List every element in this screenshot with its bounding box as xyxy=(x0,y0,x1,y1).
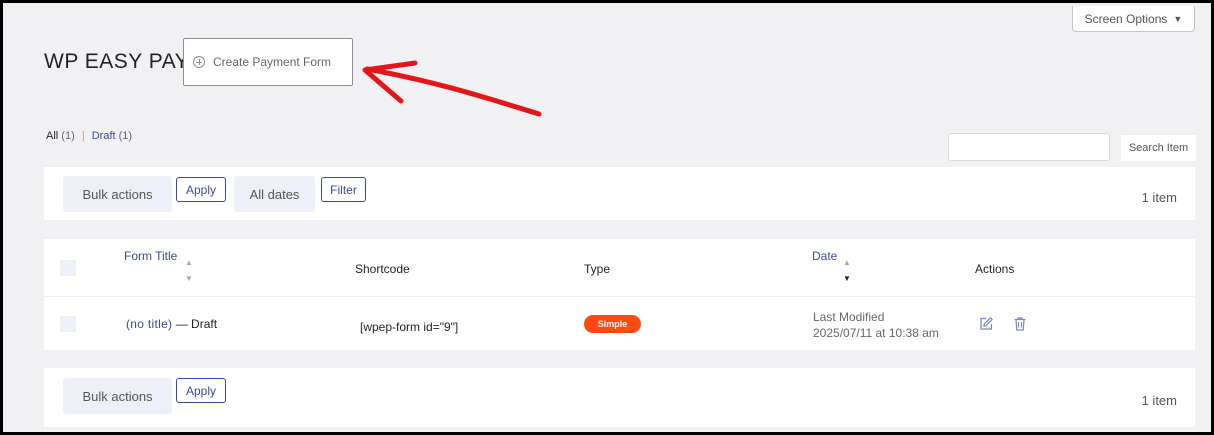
apply-button-bottom[interactable]: Apply xyxy=(176,378,226,403)
view-draft-count: (1) xyxy=(118,130,133,142)
column-shortcode: Shortcode xyxy=(355,262,410,276)
page-title: WP EASY PAY xyxy=(44,50,190,73)
bulk-actions-select-bottom[interactable]: Bulk actions xyxy=(63,378,172,414)
view-all[interactable]: All xyxy=(46,130,58,142)
type-badge: Simple xyxy=(584,315,641,333)
date-value: 2025/07/11 at 10:38 am xyxy=(813,326,939,340)
column-form-title[interactable]: Form Title xyxy=(124,249,177,263)
item-count-bottom: 1 item xyxy=(1141,393,1177,408)
header-divider xyxy=(44,296,1195,297)
plus-circle-icon xyxy=(193,56,205,68)
date-cell: Last Modified 2025/07/11 at 10:38 am xyxy=(813,309,939,341)
dates-select[interactable]: All dates xyxy=(234,176,315,212)
create-button-label: Create Payment Form xyxy=(213,55,332,69)
select-all-checkbox[interactable] xyxy=(60,260,76,276)
apply-button[interactable]: Apply xyxy=(176,177,226,202)
table-row: (no title) — Draft xyxy=(126,317,217,331)
row-checkbox[interactable] xyxy=(60,316,76,332)
annotation-arrow-icon xyxy=(362,60,542,117)
trash-icon[interactable] xyxy=(1012,316,1028,332)
create-payment-form-button[interactable]: Create Payment Form xyxy=(183,38,353,86)
edit-icon[interactable] xyxy=(978,316,994,332)
bottom-toolbar: Bulk actions Apply 1 item xyxy=(44,368,1195,427)
screen-options-button[interactable]: Screen Options ▼ xyxy=(1072,6,1195,32)
bulk-actions-select[interactable]: Bulk actions xyxy=(63,176,172,212)
form-title-link[interactable]: (no title) xyxy=(126,317,172,331)
column-actions: Actions xyxy=(975,262,1015,276)
sort-form-title-icon[interactable]: ▲ ▼ xyxy=(185,255,193,287)
search-input[interactable] xyxy=(948,133,1110,161)
top-toolbar: Bulk actions Apply All dates Filter 1 it… xyxy=(44,167,1195,220)
column-date[interactable]: Date xyxy=(812,249,837,263)
view-draft-link[interactable]: Draft xyxy=(92,130,116,142)
page-frame: Screen Options ▼ WP EASY PAY Create Paym… xyxy=(0,0,1214,435)
item-count: 1 item xyxy=(1141,190,1177,205)
date-label: Last Modified xyxy=(813,310,885,324)
view-filters: All (1) | Draft (1) xyxy=(46,130,132,142)
sort-date-icon[interactable]: ▲ ▼ xyxy=(843,255,851,287)
caret-down-icon: ▼ xyxy=(1173,13,1183,24)
shortcode-value[interactable]: [wpep-form id="9"] xyxy=(360,320,458,334)
draft-state: — Draft xyxy=(172,317,218,331)
screen-options-label: Screen Options xyxy=(1084,11,1168,26)
filter-button[interactable]: Filter xyxy=(321,177,366,202)
column-type: Type xyxy=(584,262,611,276)
forms-table: Form Title ▲ ▼ Shortcode Type Date ▲ ▼ Act… xyxy=(44,239,1195,350)
view-separator: | xyxy=(81,130,85,142)
view-all-count: (1) xyxy=(61,130,75,142)
search-item-button[interactable]: Search Item xyxy=(1121,135,1196,161)
